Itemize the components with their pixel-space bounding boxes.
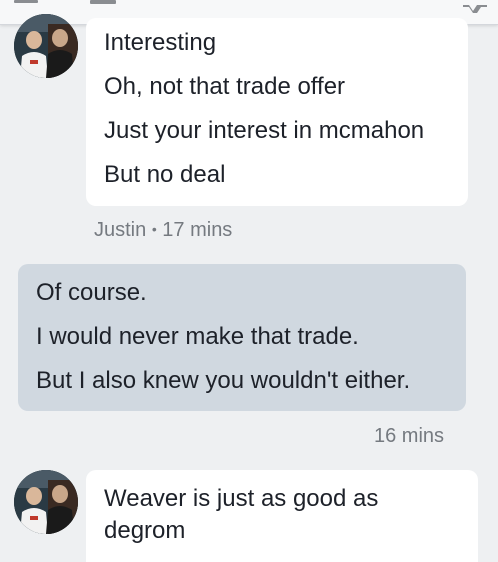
message-bubble[interactable]: Interesting Oh, not that trade offer Jus… (86, 18, 468, 206)
message-bubble[interactable]: Of course. I would never make that trade… (18, 264, 466, 411)
inbox-icon[interactable] (90, 0, 116, 4)
notifications-icon[interactable] (463, 0, 487, 13)
message-text: But no deal (104, 161, 226, 188)
message-text: Oh, not that trade offer (104, 73, 346, 100)
meta-separator: • (151, 221, 157, 237)
menu-icon[interactable] (14, 0, 38, 6)
message-meta: Justin • 17 mins (94, 219, 232, 242)
message-text: degrom (104, 517, 186, 544)
profile-photo-icon (14, 14, 78, 78)
message-text: Just your interest in mcmahon (104, 117, 425, 144)
message-text: Interesting (104, 29, 217, 56)
sender-name: Justin (94, 219, 147, 241)
timestamp: 16 mins (374, 425, 445, 447)
timestamp: 17 mins (162, 219, 233, 241)
profile-photo-icon (14, 470, 78, 534)
avatar[interactable] (14, 14, 78, 78)
message-text: Of course. (36, 279, 147, 306)
message-bubble[interactable]: Weaver is just as good as degrom (86, 470, 478, 562)
message-text: But I also knew you wouldn't either. (36, 367, 411, 394)
message-text: I would never make that trade. (36, 323, 359, 350)
avatar[interactable] (14, 470, 78, 534)
